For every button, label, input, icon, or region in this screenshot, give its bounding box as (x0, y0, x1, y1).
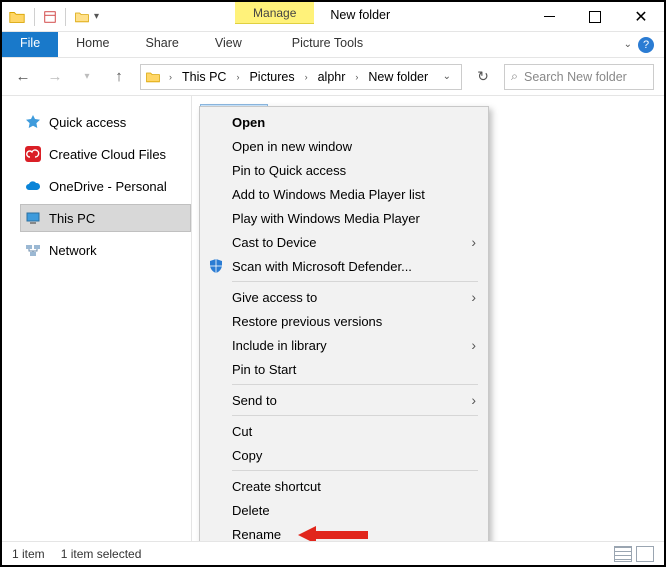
close-button[interactable]: ✕ (618, 2, 664, 31)
qat-separator (34, 8, 35, 26)
menu-send-to[interactable]: Send to› (202, 388, 486, 412)
chevron-right-icon[interactable]: › (165, 72, 176, 82)
title-bar: ▾ Manage New folder ✕ (2, 2, 664, 32)
menu-cast-device[interactable]: Cast to Device› (202, 230, 486, 254)
search-placeholder: Search New folder (524, 70, 627, 84)
window-title: New folder (314, 2, 406, 31)
forward-button[interactable]: → (44, 66, 66, 88)
menu-scan-defender[interactable]: Scan with Microsoft Defender... (202, 254, 486, 278)
breadcrumb[interactable]: New folder (366, 68, 430, 86)
ribbon-tab-picture-tools[interactable]: Picture Tools (278, 32, 377, 57)
menu-open[interactable]: Open (202, 110, 486, 134)
ribbon-tab-home[interactable]: Home (58, 32, 127, 57)
back-button[interactable]: ← (12, 66, 34, 88)
search-icon: ⌕ (511, 69, 518, 84)
qat-dropdown-icon[interactable]: ▾ (94, 11, 99, 22)
minimize-button[interactable] (526, 2, 572, 31)
cloud-icon (25, 178, 41, 194)
quick-access-toolbar: ▾ (2, 2, 105, 31)
refresh-button[interactable]: ↻ (472, 66, 494, 88)
qat-separator (65, 8, 66, 26)
nav-label: Network (49, 243, 97, 258)
status-selected-count: 1 item selected (61, 547, 142, 561)
recent-locations-icon[interactable]: ▾ (76, 66, 98, 88)
shield-icon (207, 257, 225, 275)
window-controls: ✕ (526, 2, 664, 31)
network-icon (25, 242, 41, 258)
menu-restore-versions[interactable]: Restore previous versions (202, 309, 486, 333)
menu-copy[interactable]: Copy (202, 443, 486, 467)
status-item-count: 1 item (12, 547, 45, 561)
folder-icon (8, 8, 26, 26)
menu-pin-quick-access[interactable]: Pin to Quick access (202, 158, 486, 182)
folder-open-icon[interactable] (74, 9, 90, 25)
chevron-right-icon: › (471, 337, 476, 353)
breadcrumb[interactable]: This PC (180, 68, 228, 86)
properties-qat-icon[interactable] (43, 10, 57, 24)
nav-network[interactable]: Network (20, 236, 191, 264)
contextual-tab-header: Manage (235, 2, 314, 24)
search-box[interactable]: ⌕ Search New folder (504, 64, 654, 90)
ribbon-tab-view[interactable]: View (197, 32, 260, 57)
menu-pin-start[interactable]: Pin to Start (202, 357, 486, 381)
menu-give-access[interactable]: Give access to› (202, 285, 486, 309)
breadcrumb[interactable]: alphr (316, 68, 348, 86)
maximize-button[interactable] (572, 2, 618, 31)
chevron-right-icon[interactable]: › (301, 72, 312, 82)
chevron-right-icon: › (471, 289, 476, 305)
menu-separator (232, 384, 478, 385)
menu-separator (232, 470, 478, 471)
status-bar: 1 item 1 item selected (2, 541, 664, 565)
chevron-right-icon: › (471, 392, 476, 408)
details-view-icon[interactable] (614, 546, 632, 562)
star-icon (25, 114, 41, 130)
up-button[interactable]: ↑ (108, 66, 130, 88)
menu-create-shortcut[interactable]: Create shortcut (202, 474, 486, 498)
large-icons-view-icon[interactable] (636, 546, 654, 562)
status-view-switcher (614, 546, 654, 562)
help-icon[interactable]: ? (638, 37, 654, 53)
address-bar-row: ← → ▾ ↑ › This PC › Pictures › alphr › N… (2, 58, 664, 96)
menu-include-library[interactable]: Include in library› (202, 333, 486, 357)
context-menu: Open Open in new window Pin to Quick acc… (199, 106, 489, 567)
nav-onedrive[interactable]: OneDrive - Personal (20, 172, 191, 200)
address-bar[interactable]: › This PC › Pictures › alphr › New folde… (140, 64, 462, 90)
chevron-right-icon: › (471, 234, 476, 250)
chevron-right-icon[interactable]: › (351, 72, 362, 82)
ribbon-tabs: File Home Share View Picture Tools ⌄ ? (2, 32, 664, 58)
explorer-window: ▾ Manage New folder ✕ File Home Share Vi… (0, 0, 666, 567)
nav-creative-cloud[interactable]: Creative Cloud Files (20, 140, 191, 168)
menu-separator (232, 415, 478, 416)
creative-cloud-icon (25, 146, 41, 162)
menu-add-wmp-list[interactable]: Add to Windows Media Player list (202, 182, 486, 206)
chevron-right-icon[interactable]: › (232, 72, 243, 82)
menu-delete[interactable]: Delete (202, 498, 486, 522)
ribbon-tab-share[interactable]: Share (128, 32, 197, 57)
menu-play-wmp[interactable]: Play with Windows Media Player (202, 206, 486, 230)
breadcrumb[interactable]: Pictures (247, 68, 296, 86)
menu-separator (232, 281, 478, 282)
file-tab[interactable]: File (2, 32, 58, 57)
ribbon-collapse-icon[interactable]: ⌄ (624, 39, 632, 50)
nav-label: Creative Cloud Files (49, 147, 166, 162)
nav-this-pc[interactable]: This PC (20, 204, 191, 232)
address-dropdown-icon[interactable]: ⌄ (437, 71, 457, 82)
navigation-pane: Quick access Creative Cloud Files OneDri… (2, 96, 192, 541)
nav-label: This PC (49, 211, 95, 226)
nav-quick-access[interactable]: Quick access (20, 108, 191, 136)
menu-cut[interactable]: Cut (202, 419, 486, 443)
folder-icon (145, 69, 161, 85)
menu-open-new-window[interactable]: Open in new window (202, 134, 486, 158)
pc-icon (25, 210, 41, 226)
nav-label: OneDrive - Personal (49, 179, 167, 194)
nav-label: Quick access (49, 115, 126, 130)
